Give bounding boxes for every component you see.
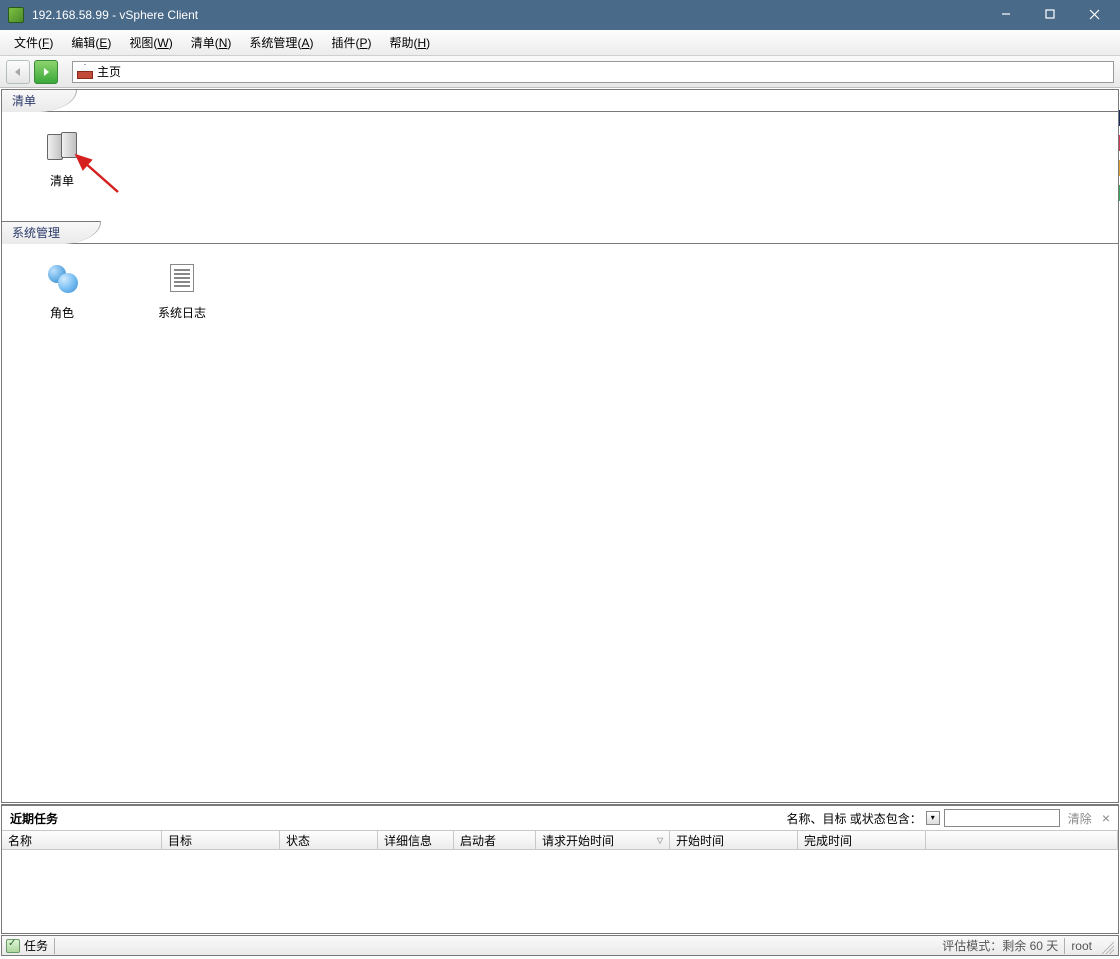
admin-icon-area: 角色 系统日志 [2,244,1118,339]
inventory-icon-area: 清单 [2,112,1118,222]
inventory-item[interactable]: 清单 [32,130,92,204]
filter-dropdown-button[interactable]: ▾ [926,811,940,825]
col-reqtime[interactable]: 请求开始时间▽ [536,831,670,849]
col-name[interactable]: 名称 [2,831,162,849]
section-tab-inventory: 清单 [1,89,77,112]
section-header-admin: 系统管理 [2,222,1118,244]
tasks-table-header: 名称 目标 状态 详细信息 启动者 请求开始时间▽ 开始时间 完成时间 [2,830,1118,850]
roles-item[interactable]: 角色 [32,262,92,321]
menu-admin[interactable]: 系统管理(A) [241,31,321,54]
col-target[interactable]: 目标 [162,831,280,849]
inventory-item-label: 清单 [50,172,74,189]
roles-item-label: 角色 [50,304,74,321]
nav-back-button[interactable] [6,60,30,84]
arrow-right-icon [40,66,52,78]
location-bar[interactable]: 主页 [72,61,1114,83]
section-tab-admin: 系统管理 [1,221,101,244]
window-title: 192.168.58.99 - vSphere Client [32,8,984,22]
col-starter[interactable]: 启动者 [454,831,536,849]
document-icon [170,264,194,292]
resize-grip-icon[interactable] [1098,938,1114,954]
tasks-filter-label: 名称、目标 或状态包含： [786,810,921,827]
tasks-clear-button[interactable]: 清除 [1068,810,1092,827]
servers-icon [47,132,77,160]
maximize-button[interactable] [1028,0,1072,28]
close-button[interactable] [1072,0,1116,28]
home-icon [77,65,93,79]
col-endtime[interactable]: 完成时间 [798,831,926,849]
divider [54,938,55,954]
tasks-header: 近期任务 名称、目标 或状态包含： ▾ 清除 × [2,806,1118,830]
tasks-panel-close-button[interactable]: × [1102,810,1110,826]
menu-file[interactable]: 文件(F) [6,31,61,54]
section-header-inventory: 清单 [2,90,1118,112]
divider [1064,938,1065,954]
statusbar-tasks-label[interactable]: 任务 [24,937,48,954]
tasks-panel-title: 近期任务 [10,810,786,827]
menu-plugins[interactable]: 插件(P) [323,31,379,54]
users-icon [46,263,78,293]
col-detail[interactable]: 详细信息 [378,831,454,849]
minimize-button[interactable] [984,0,1028,28]
tasks-filter-input[interactable] [944,809,1060,827]
tasks-status-icon [6,939,20,953]
menu-edit[interactable]: 编辑(E) [63,31,119,54]
col-starttime[interactable]: 开始时间 [670,831,798,849]
menubar: 文件(F) 编辑(E) 视图(W) 清单(N) 系统管理(A) 插件(P) 帮助… [0,30,1120,56]
menu-view[interactable]: 视图(W) [121,31,180,54]
app-icon [8,7,24,23]
sort-desc-icon: ▽ [657,836,663,845]
syslog-item-label: 系统日志 [158,304,206,321]
arrow-left-icon [12,66,24,78]
statusbar: 任务 评估模式：剩余 60 天 root [1,935,1119,956]
menu-help[interactable]: 帮助(H) [381,31,438,54]
tasks-table-body [2,850,1118,933]
statusbar-eval-text: 评估模式：剩余 60 天 [942,937,1058,954]
toolbar: 主页 [0,56,1120,88]
nav-forward-button[interactable] [34,60,58,84]
main-content: 清单 清单 系统管理 角色 系统日志 [1,89,1119,803]
syslog-item[interactable]: 系统日志 [152,262,212,321]
titlebar: 192.168.58.99 - vSphere Client [0,0,1120,30]
col-spacer [926,831,1118,849]
menu-inventory[interactable]: 清单(N) [183,31,240,54]
statusbar-user: root [1071,939,1092,953]
location-text: 主页 [97,63,121,80]
recent-tasks-panel: 近期任务 名称、目标 或状态包含： ▾ 清除 × 名称 目标 状态 详细信息 启… [1,804,1119,934]
col-status[interactable]: 状态 [280,831,378,849]
